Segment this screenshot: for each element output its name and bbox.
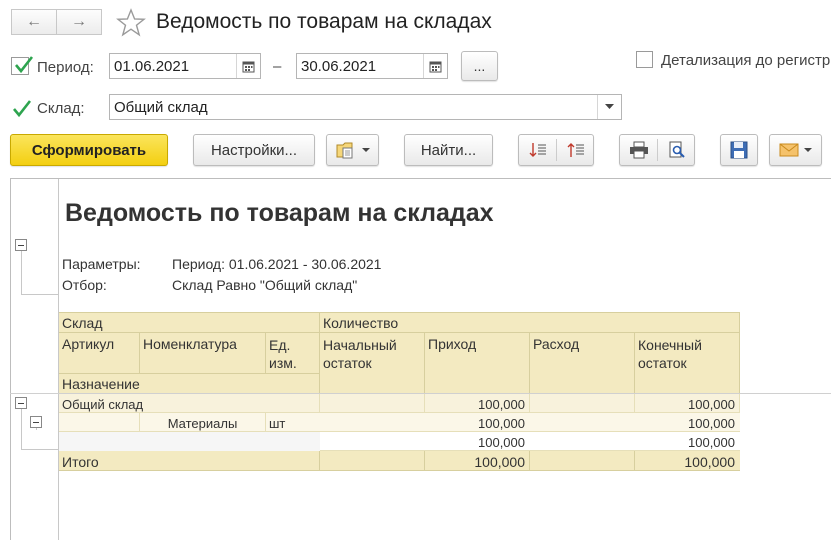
col-purpose: Назначение xyxy=(62,376,140,392)
row-unit: шт xyxy=(269,416,286,431)
warehouse-select[interactable]: Общий склад xyxy=(109,94,622,120)
detail-checkbox[interactable] xyxy=(636,51,653,68)
window-title: Ведомость по товарам на складах xyxy=(156,10,492,33)
variant-menu-button[interactable] xyxy=(326,134,379,166)
detail-label: Детализация до регистр xyxy=(661,52,831,69)
forward-button[interactable]: → xyxy=(56,9,102,35)
col-opening: Начальный остаток xyxy=(323,337,397,371)
row-closing: 100,000 xyxy=(688,435,735,450)
settings-label: Настройки... xyxy=(210,141,298,159)
period-select-button[interactable]: ... xyxy=(461,51,498,81)
chevron-down-icon xyxy=(804,148,812,152)
settings-button[interactable]: Настройки... xyxy=(193,134,315,166)
save-button[interactable] xyxy=(720,134,758,166)
total-label: Итого xyxy=(62,454,99,470)
row-income: 100,000 xyxy=(478,397,525,412)
period-label: Период: xyxy=(37,59,94,76)
col-closing: Конечный остаток xyxy=(638,337,702,371)
period-from-value: 01.06.2021 xyxy=(114,58,190,75)
filter-value: Склад Равно "Общий склад" xyxy=(172,277,358,293)
row-name xyxy=(59,433,65,437)
row-income: 100,000 xyxy=(478,416,525,431)
row-closing: 100,000 xyxy=(688,397,735,412)
checkmark-icon xyxy=(13,100,32,118)
col-unit: Ед. изм. xyxy=(269,337,297,371)
print-group xyxy=(619,134,695,166)
filter-label: Отбор: xyxy=(62,277,107,293)
back-button[interactable]: ← xyxy=(11,9,57,35)
envelope-icon xyxy=(779,143,799,157)
chevron-down-icon[interactable] xyxy=(597,95,621,119)
find-button[interactable]: Найти... xyxy=(404,134,493,166)
folder-report-icon xyxy=(336,142,352,159)
report-title: Ведомость по товарам на складах xyxy=(65,199,494,227)
total-income: 100,000 xyxy=(474,454,525,470)
warehouse-checkbox[interactable] xyxy=(11,98,32,118)
row-name: Общий склад xyxy=(62,397,144,412)
calendar-icon[interactable] xyxy=(236,54,260,78)
params-value: Период: 01.06.2021 - 30.06.2021 xyxy=(172,256,382,272)
collapse-header-icon[interactable] xyxy=(15,239,27,251)
find-label: Найти... xyxy=(420,141,477,159)
chevron-down-icon xyxy=(361,148,370,152)
send-email-button[interactable] xyxy=(769,134,822,166)
total-closing: 100,000 xyxy=(684,454,735,470)
warehouse-label: Склад: xyxy=(37,100,85,117)
params-label: Параметры: xyxy=(62,256,141,272)
col-nomenclature: Номенклатура xyxy=(143,336,237,352)
expand-collapse-group xyxy=(518,134,594,166)
expand-all-icon[interactable] xyxy=(519,135,556,165)
print-icon[interactable] xyxy=(620,135,657,165)
generate-button[interactable]: Сформировать xyxy=(10,134,168,166)
arrow-right-icon: → xyxy=(71,13,87,30)
calendar-icon[interactable] xyxy=(423,54,447,78)
row-name: Материалы xyxy=(167,416,238,431)
ellipsis-text: ... xyxy=(473,58,486,74)
col-warehouse: Склад xyxy=(62,315,103,331)
row-income: 100,000 xyxy=(478,435,525,450)
warehouse-value: Общий склад xyxy=(114,99,208,116)
floppy-disk-icon xyxy=(730,141,748,159)
col-expense: Расход xyxy=(533,336,580,352)
generate-label: Сформировать xyxy=(31,141,147,159)
checkmark-icon xyxy=(15,56,34,74)
col-quantity: Количество xyxy=(323,315,399,331)
period-to-input[interactable]: 30.06.2021 xyxy=(296,53,448,79)
collapse-group-icon[interactable] xyxy=(15,397,27,409)
period-dash: – xyxy=(273,58,282,75)
col-article: Артикул xyxy=(62,336,115,352)
col-income: Приход xyxy=(428,336,477,352)
print-preview-icon[interactable] xyxy=(658,135,695,165)
collapse-all-icon[interactable] xyxy=(557,135,594,165)
favorite-star-icon[interactable] xyxy=(116,8,146,38)
arrow-left-icon: ← xyxy=(26,13,42,30)
period-to-value: 30.06.2021 xyxy=(301,58,377,75)
collapse-item-icon[interactable] xyxy=(30,416,42,428)
period-checkbox[interactable] xyxy=(11,56,34,75)
period-from-input[interactable]: 01.06.2021 xyxy=(109,53,261,79)
row-closing: 100,000 xyxy=(688,416,735,431)
